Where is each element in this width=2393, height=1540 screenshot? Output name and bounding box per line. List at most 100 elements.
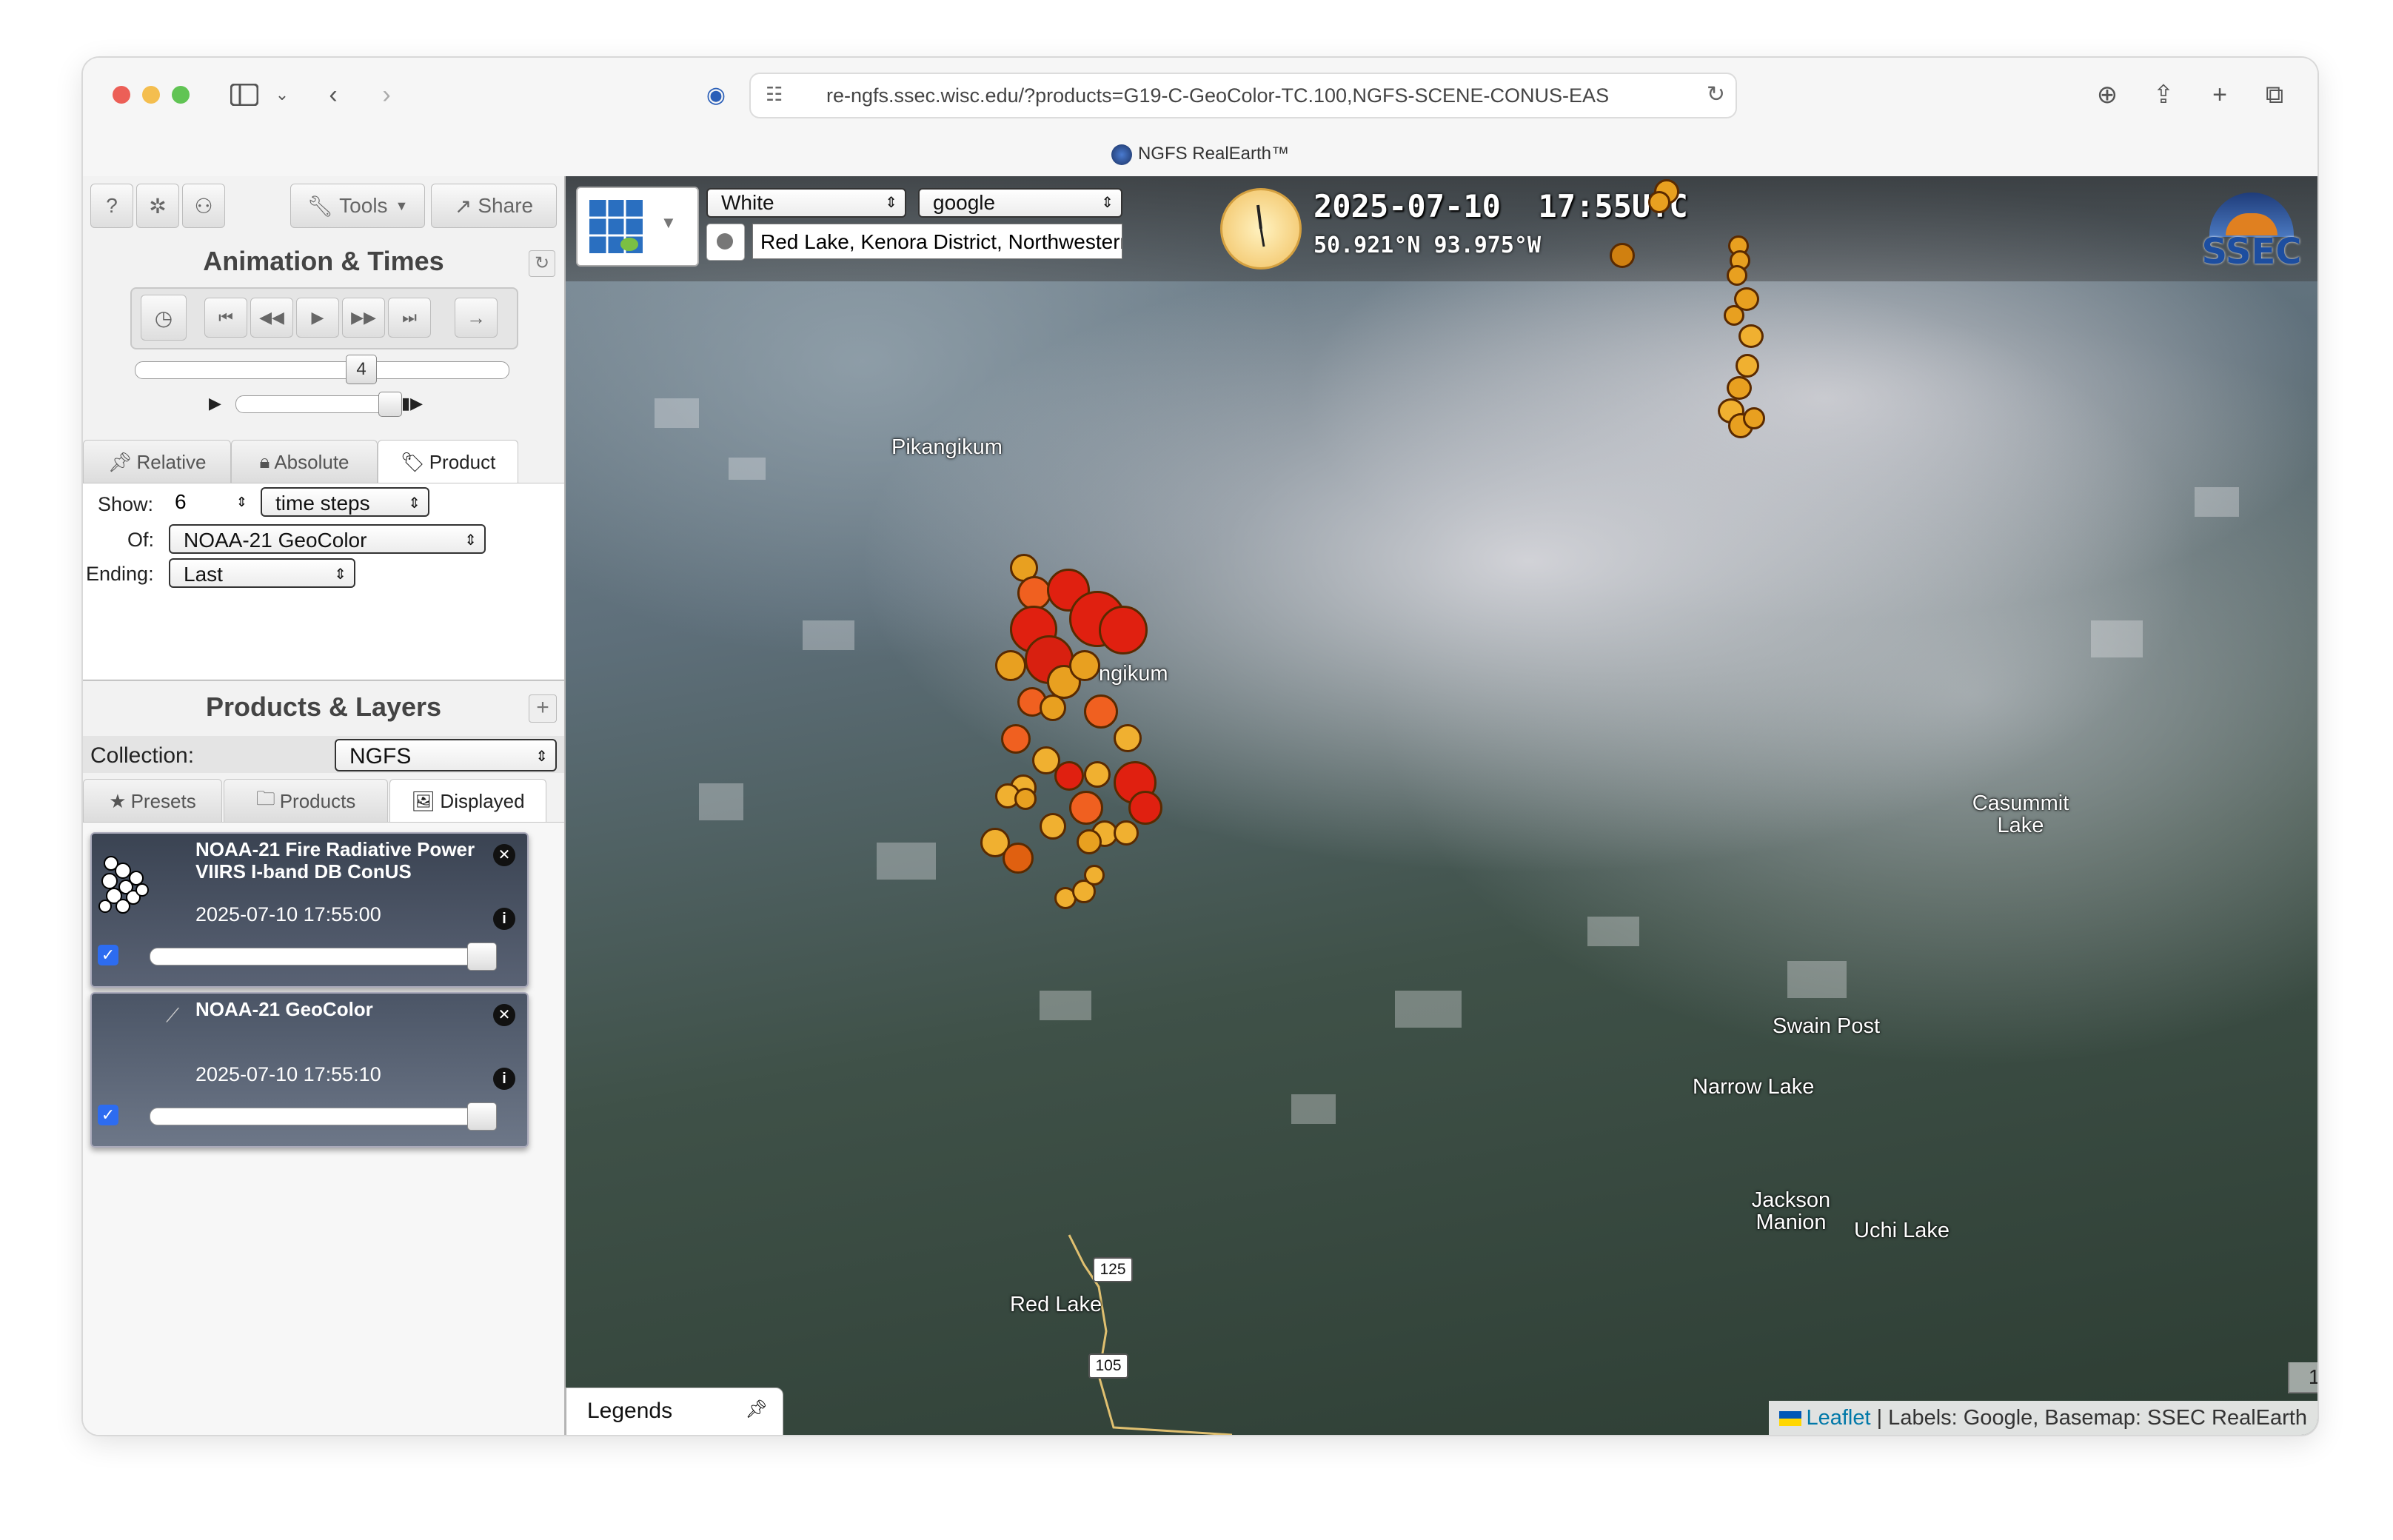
ending-select[interactable]: Last ⇕ — [169, 558, 355, 588]
privacy-icon[interactable]: ◉ — [697, 77, 734, 113]
star-icon: ★ — [109, 789, 127, 812]
of-label: Of: — [127, 529, 155, 551]
animation-sync-icon[interactable]: ↻ — [529, 250, 555, 277]
scale-bar: 10 km — [2288, 1362, 2317, 1393]
speed-slider-handle[interactable]: 4 — [346, 355, 377, 384]
divider — [83, 680, 564, 681]
address-bar[interactable]: ☷ re-ngfs.ssec.wisc.edu/?products=G19-C-… — [749, 73, 1737, 118]
play-button[interactable]: ▶ — [296, 298, 339, 338]
loop-play-icon[interactable]: ▶ — [209, 394, 221, 413]
show-count-input[interactable]: 6 ⇕ — [169, 487, 253, 517]
layer-opacity-slider[interactable] — [150, 1102, 497, 1131]
back-button[interactable]: ‹ — [318, 77, 348, 113]
remove-layer-icon[interactable]: ✕ — [493, 1004, 515, 1026]
collection-label: Collection: — [90, 743, 195, 768]
tab-presets[interactable]: ★ Presets — [83, 779, 222, 823]
tab-absolute[interactable]: 🔒︎ Absolute — [231, 440, 378, 483]
ssec-logo: SSEC — [2195, 187, 2309, 272]
reload-icon[interactable]: ↻ — [1707, 81, 1725, 107]
settings-button[interactable]: ✲ — [136, 184, 179, 228]
place-label-pikangikum: Pikangikum — [891, 435, 1003, 459]
labels-select[interactable]: google ⇕ — [918, 188, 1122, 218]
share-label: Share — [478, 194, 534, 217]
layer-info-icon[interactable]: i — [493, 908, 515, 930]
ending-label: Ending: — [86, 563, 154, 585]
grid-map-icon — [588, 198, 644, 255]
caret-down-icon: ▼ — [395, 198, 409, 213]
tab-displayed[interactable]: 🖼︎ Displayed — [389, 779, 546, 823]
last-frame-button[interactable]: ⏭ — [388, 298, 431, 338]
opacity-handle[interactable] — [467, 943, 497, 971]
layer-visible-checkbox[interactable]: ✓ — [98, 945, 118, 965]
layer-time: 2025-07-10 17:55:00 — [195, 903, 381, 925]
dwell-slider[interactable] — [235, 392, 402, 417]
tab-title[interactable]: NGFS RealEarth™ — [83, 144, 2317, 165]
layer-info-icon[interactable]: i — [493, 1068, 515, 1090]
new-tab-icon[interactable]: + — [2202, 77, 2238, 113]
remove-layer-icon[interactable]: ✕ — [493, 844, 515, 866]
next-button[interactable]: → — [455, 298, 498, 338]
tools-button[interactable]: 🔧︎ Tools ▼ — [290, 184, 425, 228]
tab-relative[interactable]: 📌︎ Relative — [83, 440, 231, 483]
opacity-handle[interactable] — [467, 1102, 497, 1131]
of-product-select[interactable]: NOAA-21 GeoColor ⇕ — [169, 524, 486, 554]
tab-overview-icon[interactable]: ⧉ — [2257, 77, 2292, 113]
legends-tab[interactable]: Legends 📌︎ — [566, 1387, 783, 1435]
left-panel: ? ✲ ⚇ 🔧︎ Tools ▼ ↗ Share Animation & Times … — [83, 176, 566, 1435]
downloads-icon[interactable]: ⊕ — [2089, 77, 2125, 113]
user-button[interactable]: ⚇ — [182, 184, 225, 228]
leaflet-link[interactable]: Leaflet — [1806, 1406, 1870, 1430]
location-toggle[interactable] — [706, 224, 745, 261]
maximize-window-button[interactable] — [172, 86, 190, 104]
basemap-select[interactable]: White ⇕ — [706, 188, 906, 218]
place-label-jackson-manion: Jackson Manion — [1751, 1188, 1831, 1234]
forward-button[interactable]: › — [372, 77, 401, 113]
basemap-switcher[interactable]: ▼ — [576, 187, 699, 267]
animation-section-title: Animation & Times — [203, 246, 444, 276]
sidebar-toggle-icon[interactable] — [224, 77, 265, 113]
close-window-button[interactable] — [113, 86, 130, 104]
minimize-window-button[interactable] — [142, 86, 160, 104]
layer-opacity-slider[interactable] — [150, 943, 497, 971]
first-frame-button[interactable]: ⏮ — [204, 298, 247, 338]
location-search-input[interactable]: Red Lake, Kenora District, Northwestern … — [752, 224, 1122, 259]
share-link-icon: ↗ — [454, 194, 472, 218]
share-icon[interactable]: ⇪ — [2146, 77, 2181, 113]
browser-titlebar: ⌄ ‹ › ◉ ☷ re-ngfs.ssec.wisc.edu/?product… — [83, 58, 2317, 177]
step-back-button[interactable]: ◀◀ — [250, 298, 293, 338]
place-label-red-lake: Red Lake — [1010, 1293, 1102, 1316]
chevron-down-icon[interactable]: ⌄ — [271, 77, 293, 113]
animation-controls: ◷ ⏮ ◀◀ ▶ ▶▶ ⏭ → — [130, 287, 518, 349]
steps-unit-select[interactable]: time steps ⇕ — [261, 487, 429, 517]
add-product-icon[interactable]: + — [529, 694, 557, 723]
share-button[interactable]: ↗ Share — [431, 184, 557, 228]
map-attribution: Leaflet | Labels: Google, Basemap: SSEC … — [1769, 1401, 2317, 1435]
dwell-end-icon[interactable]: ▮▶ — [401, 394, 423, 413]
help-button[interactable]: ? — [90, 184, 133, 228]
site-settings-icon[interactable]: ☷ — [766, 83, 783, 106]
clock-button[interactable]: ◷ — [141, 295, 187, 341]
stepper-icon[interactable]: ⇕ — [236, 487, 247, 517]
url-text[interactable]: re-ngfs.ssec.wisc.edu/?products=G19-C-Ge… — [826, 84, 1626, 107]
tools-label: Tools — [339, 194, 388, 217]
map-view[interactable]: ▼ White ⇕ google ⇕ Red Lake, Kenora Distri… — [566, 176, 2317, 1435]
layer-visible-checkbox[interactable]: ✓ — [98, 1105, 118, 1125]
user-icon: ⚇ — [194, 194, 213, 218]
tab-products[interactable]: 🗀 Products — [224, 779, 388, 823]
step-forward-button[interactable]: ▶▶ — [342, 298, 385, 338]
layer-card-fire[interactable]: NOAA-21 Fire Radiative Power VIIRS I-ban… — [90, 832, 529, 988]
map-datetime: 2025-07-10 17:55UTC — [1313, 188, 1688, 224]
dwell-slider-handle[interactable] — [378, 392, 402, 417]
place-label-pikangikum-2: ngikum — [1099, 662, 1168, 686]
speed-slider[interactable]: 4 — [135, 355, 509, 384]
show-label: Show: — [98, 493, 154, 515]
products-section-title: Products & Layers — [205, 692, 442, 722]
wrench-icon: 🔧︎ — [307, 194, 334, 218]
pin-icon[interactable]: 📌︎ — [746, 1399, 768, 1420]
browser-window: ⌄ ‹ › ◉ ☷ re-ngfs.ssec.wisc.edu/?product… — [83, 58, 2317, 1435]
tag-icon: 🏷︎ — [400, 450, 425, 473]
collection-select[interactable]: NGFS ⇕ — [335, 739, 557, 771]
tab-product[interactable]: 🏷︎ Product — [378, 440, 518, 483]
caret-down-icon: ▼ — [660, 213, 677, 232]
layer-card-geocolor[interactable]: ⟋ NOAA-21 GeoColor 2025-07-10 17:55:10 ✕… — [90, 992, 529, 1148]
